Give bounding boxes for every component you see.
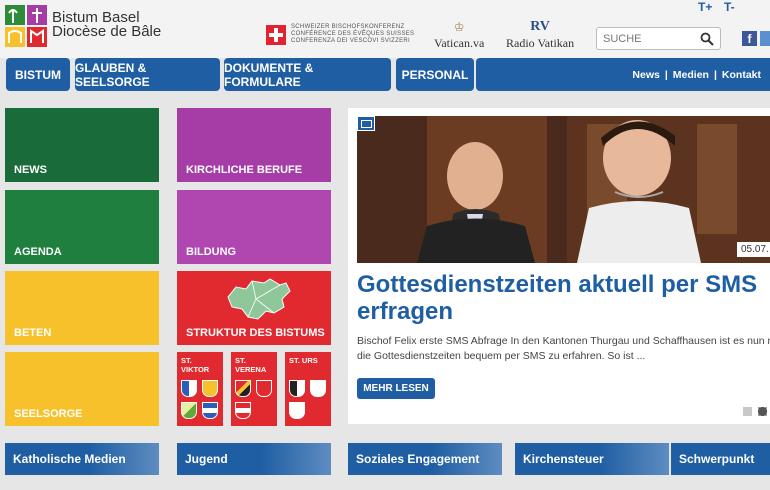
sbk-line: SCHWEIZER BISCHOFSKONFERENZ [291, 24, 405, 30]
region-label-line: VIKTOR [181, 365, 210, 374]
search-box [596, 27, 721, 50]
region-tile-st-verena[interactable]: ST. VERENA [231, 352, 277, 426]
region-label-line: ST. URS [289, 356, 318, 365]
bottom-tile-kirchensteuer[interactable]: Kirchensteuer [515, 443, 669, 475]
tile-label: KIRCHLICHE BERUFE [186, 164, 303, 176]
diocese-logo-icon[interactable] [5, 5, 47, 47]
canton-crest-icon [235, 402, 251, 419]
region-label: ST. VERENA [235, 356, 266, 374]
slide-date: 05.07. [737, 242, 770, 257]
slide-title[interactable]: Gottesdienstzeiten aktuell per SMS erfra… [357, 271, 770, 325]
tile-agenda[interactable]: AGENDA [5, 190, 159, 264]
bottom-tile-soziales-engagement[interactable]: Soziales Engagement [348, 443, 502, 475]
tile-label: Soziales Engagement [356, 452, 480, 466]
tile-background [599, 443, 669, 475]
expand-icon[interactable] [357, 116, 375, 131]
slide-title-line: Gottesdienstzeiten aktuell per SMS [357, 271, 758, 298]
tile-label: NEWS [14, 164, 47, 176]
diocese-map-icon [227, 278, 291, 320]
canton-crest-icon [289, 380, 305, 397]
slide-teaser: Bischof Felix erste SMS Abfrage In den K… [357, 334, 770, 364]
tile-label: STRUKTUR DES BISTUMS [186, 327, 325, 339]
facebook-icon[interactable]: f [742, 31, 757, 46]
slider-dot[interactable] [743, 407, 752, 416]
radio-vatikan-link[interactable]: RV Radio Vatikan [506, 19, 574, 52]
region-label-line: ST. [235, 356, 246, 365]
canton-crest-icon [181, 402, 197, 419]
tile-label: Schwerpunkt [679, 452, 755, 466]
tile-label: Kirchensteuer [523, 452, 604, 466]
bishops-conference-text: SCHWEIZER BISCHOFSKONFERENZ CONFÉRENCE D… [291, 24, 414, 45]
slide-teaser-line: die Gottesdienstzeiten bequem per SMS zu… [357, 350, 646, 362]
site-header: Bistum Basel Diocèse de Bâle SCHWEIZER B… [0, 0, 770, 58]
font-decrease-button[interactable]: T- [724, 0, 735, 14]
region-label: ST. URS [289, 356, 318, 365]
nav-link-medien[interactable]: Medien [668, 69, 714, 81]
nav-quick-links: News | Medien | Kontakt [476, 58, 770, 91]
nav-link-kontakt[interactable]: Kontakt [717, 69, 766, 81]
nav-item-personal[interactable]: PERSONAL [396, 58, 474, 91]
vatican-label: Vatican.va [434, 36, 485, 50]
tile-label: Katholische Medien [13, 452, 126, 466]
nav-item-glauben-seelsorge[interactable]: GLAUBEN & SEELSORGE [75, 58, 220, 91]
nav-item-dokumente-formulare[interactable]: DOKUMENTE & FORMULARE [224, 58, 391, 91]
nav-link-news[interactable]: News [627, 69, 664, 81]
swiss-flag-icon [266, 24, 286, 45]
search-icon[interactable] [700, 32, 714, 46]
bottom-tile-katholische-medien[interactable]: Katholische Medien [5, 443, 159, 475]
social-icon[interactable] [760, 31, 770, 46]
region-label-line: ST. [181, 356, 192, 365]
region-tile-st-urs[interactable]: ST. URS [285, 352, 331, 426]
tile-seelsorge[interactable]: SEELSORGE [5, 352, 159, 426]
tile-news[interactable]: NEWS [5, 108, 159, 182]
tile-label: SEELSORGE [14, 408, 83, 420]
sbk-line: CONFÉRENCE DES ÉVÊQUES SUISSES [291, 31, 415, 37]
logo-line-2: Diocèse de Bâle [52, 23, 162, 40]
region-label: ST. VIKTOR [181, 356, 209, 374]
canton-crest-icon [235, 380, 251, 397]
bishops-conference-link[interactable]: SCHWEIZER BISCHOFSKONFERENZ CONFÉRENCE D… [266, 24, 414, 45]
search-input[interactable] [597, 28, 697, 49]
tile-struktur-des-bistums[interactable]: STRUKTUR DES BISTUMS [177, 271, 331, 345]
bottom-tile-schwerpunkt[interactable]: Schwerpunkt [671, 443, 770, 475]
tile-label: BILDUNG [186, 246, 237, 258]
radio-vatikan-logo-icon: RV [530, 19, 550, 34]
canton-crest-icon [202, 380, 218, 397]
slide-photo-image [357, 116, 770, 263]
region-tile-st-viktor[interactable]: ST. VIKTOR [177, 352, 223, 426]
tile-label: Jugend [185, 452, 228, 466]
slide-teaser-line: Bischof Felix erste SMS Abfrage In den K… [357, 335, 770, 347]
read-more-button[interactable]: MEHR LESEN [357, 378, 435, 399]
slide-photo[interactable] [357, 116, 770, 263]
slide-title-line: erfragen [357, 298, 454, 325]
canton-crest-icon [310, 380, 326, 397]
papal-tiara-icon: ♔ [453, 20, 465, 34]
tile-kirchliche-berufe[interactable]: KIRCHLICHE BERUFE [177, 108, 331, 182]
vatican-link[interactable]: ♔ Vatican.va [434, 20, 484, 52]
tile-bildung[interactable]: BILDUNG [177, 190, 331, 264]
radio-vatikan-label: Radio Vatikan [506, 36, 575, 50]
sbk-line: CONFERENZA DEI VESCOVI SVIZZERI [291, 38, 410, 44]
tile-background [261, 443, 331, 475]
tile-label: BETEN [14, 327, 52, 339]
canton-crest-icon [181, 380, 197, 397]
nav-item-bistum[interactable]: BISTUM [6, 58, 70, 91]
bottom-tile-jugend[interactable]: Jugend [177, 443, 331, 475]
canton-crest-icon [256, 380, 272, 397]
logo-wordmark[interactable]: Bistum Basel Diocèse de Bâle [52, 10, 162, 40]
canton-crest-icon [289, 402, 305, 419]
tile-beten[interactable]: BETEN [5, 271, 159, 345]
region-label-line: VERENA [235, 365, 267, 374]
tile-label: AGENDA [14, 246, 62, 258]
canton-crest-icon [202, 402, 218, 419]
slider-dot-active[interactable] [758, 407, 767, 416]
font-increase-button[interactable]: T+ [698, 0, 712, 14]
